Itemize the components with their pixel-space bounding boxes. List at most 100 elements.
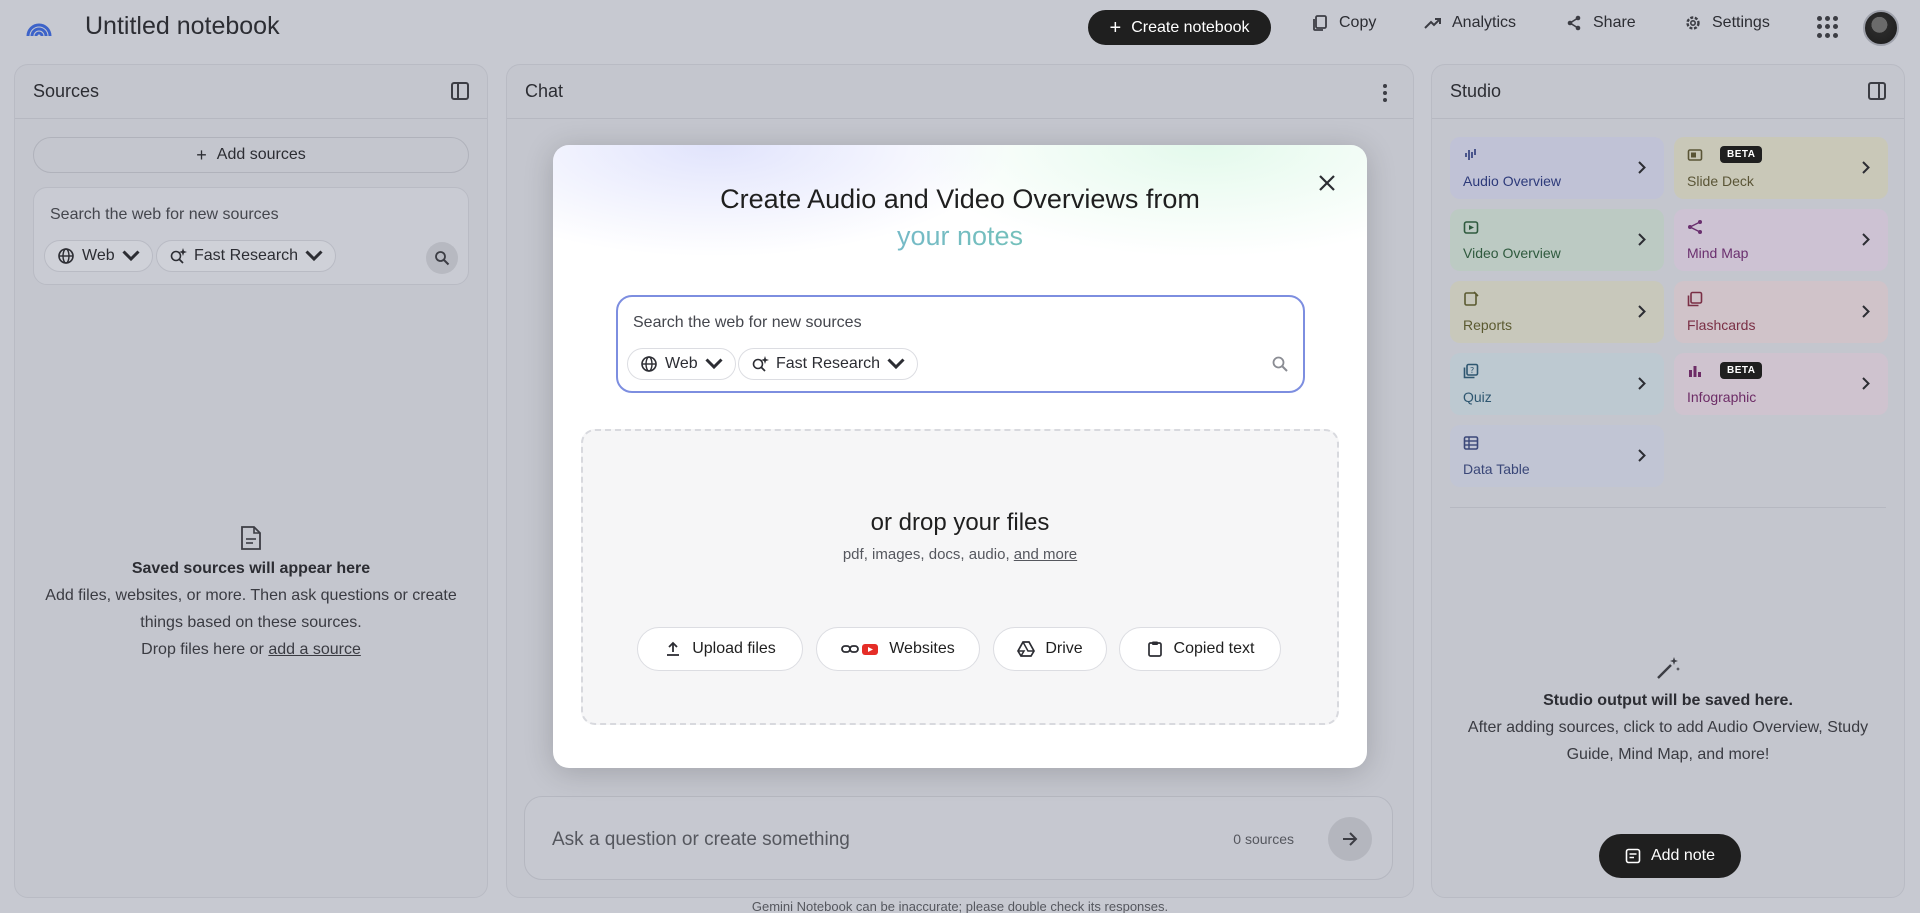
upload-files-button[interactable]: Upload files	[637, 627, 803, 671]
chevron-right-icon	[1638, 449, 1646, 462]
dropzone-title: or drop your files	[870, 509, 1050, 536]
copied-text-button[interactable]: Copied text	[1119, 627, 1281, 671]
tile-video-overview[interactable]: Video Overview	[1450, 209, 1664, 271]
send-button[interactable]	[1328, 817, 1372, 861]
settings-button[interactable]: Settings	[1684, 14, 1770, 32]
websites-button[interactable]: Websites	[816, 627, 980, 671]
chat-title: Chat	[525, 81, 564, 101]
table-icon	[1463, 436, 1479, 450]
tile-label: Flashcards	[1687, 317, 1756, 333]
more-options-icon[interactable]	[1383, 84, 1387, 102]
copy-icon	[1313, 15, 1327, 31]
research-mode-dropdown[interactable]: Fast Research	[738, 348, 919, 380]
tile-slide-deck[interactable]: BETA Slide Deck	[1674, 137, 1888, 199]
add-sources-button[interactable]: + Add sources	[33, 137, 469, 173]
beta-badge: BETA	[1720, 362, 1763, 379]
web-dropdown[interactable]: Web	[627, 348, 736, 380]
copy-button[interactable]: Copy	[1311, 14, 1376, 32]
chevron-down-icon	[887, 358, 905, 370]
drive-button[interactable]: Drive	[993, 627, 1107, 671]
websites-label: Websites	[889, 640, 955, 657]
copied-text-label: Copied text	[1173, 640, 1255, 657]
chevron-down-icon	[705, 358, 723, 370]
add-a-source-link[interactable]: add a source	[268, 641, 361, 658]
report-icon	[1464, 291, 1479, 306]
chevron-right-icon	[1862, 377, 1870, 390]
studio-title: Studio	[1450, 81, 1502, 101]
sources-empty-line: Drop files here or add a source	[15, 636, 487, 663]
studio-empty-title: Studio output will be saved here.	[1543, 692, 1793, 709]
studio-panel: Studio Audio Overview BETA Slide Deck Vi…	[1431, 64, 1905, 898]
sparkle-search-icon	[170, 248, 187, 264]
tile-label: Reports	[1463, 317, 1513, 333]
waveform-icon	[1465, 149, 1476, 160]
notebook-title[interactable]: Untitled notebook	[85, 12, 280, 41]
tile-data-table[interactable]: Data Table	[1450, 425, 1664, 487]
link-icon	[841, 645, 860, 653]
web-dropdown[interactable]: Web	[44, 240, 153, 272]
tile-audio-overview[interactable]: Audio Overview	[1450, 137, 1664, 199]
analytics-button[interactable]: Analytics	[1424, 14, 1516, 32]
note-icon	[1625, 848, 1641, 864]
drive-label: Drive	[1045, 640, 1083, 657]
tile-label: Slide Deck	[1687, 173, 1754, 189]
chat-header: Chat	[507, 65, 1413, 119]
source-count: 0 sources	[1233, 831, 1294, 847]
sources-empty-line: things based on these sources.	[140, 614, 362, 631]
add-note-button[interactable]: Add note	[1599, 834, 1741, 878]
chevron-down-icon	[122, 250, 140, 262]
file-dropzone[interactable]: or drop your files pdf, images, docs, au…	[581, 429, 1339, 725]
copy-label: Copy	[1339, 14, 1377, 31]
sources-empty-line: Add files, websites, or more. Then ask q…	[45, 587, 457, 604]
studio-empty-line: After adding sources, click to add Audio…	[1467, 719, 1869, 736]
tile-label: Data Table	[1463, 461, 1530, 477]
sources-title: Sources	[33, 81, 100, 101]
tile-reports[interactable]: Reports	[1450, 281, 1664, 343]
plus-icon: +	[196, 144, 207, 165]
notebook-logo-icon[interactable]	[24, 12, 54, 42]
chevron-right-icon	[1862, 161, 1870, 174]
search-icon[interactable]	[1271, 355, 1289, 373]
source-search-input[interactable]: Search the web for new sources	[50, 206, 279, 224]
youtube-icon	[862, 644, 879, 655]
research-mode-dropdown[interactable]: Fast Research	[156, 240, 337, 272]
avatar[interactable]	[1863, 10, 1899, 46]
share-icon	[1567, 15, 1581, 31]
chevron-right-icon	[1862, 305, 1870, 318]
analytics-label: Analytics	[1452, 14, 1517, 31]
apps-grid-icon[interactable]	[1817, 16, 1839, 38]
drive-icon	[1017, 641, 1036, 657]
sources-empty-state: Saved sources will appear here Add files…	[15, 525, 487, 663]
dialog-search-input[interactable]: Search the web for new sources	[633, 314, 862, 332]
source-search-submit[interactable]	[426, 242, 458, 274]
quiz-icon: ?	[1463, 363, 1479, 379]
studio-empty-state: Studio output will be saved here. After …	[1432, 655, 1904, 768]
plus-icon: +	[1109, 16, 1122, 39]
chat-input[interactable]: Ask a question or create something	[552, 829, 850, 851]
tile-flashcards[interactable]: Flashcards	[1674, 281, 1888, 343]
source-search-card: Search the web for new sources Web Fast …	[33, 187, 469, 285]
chat-input-box: Ask a question or create something 0 sou…	[524, 796, 1393, 880]
collapse-studio-icon[interactable]	[1868, 82, 1886, 100]
beta-badge: BETA	[1720, 146, 1763, 163]
mind-map-icon	[1688, 220, 1702, 234]
chevron-right-icon	[1862, 233, 1870, 246]
chevron-down-icon	[305, 250, 323, 262]
tile-quiz[interactable]: ? Quiz	[1450, 353, 1664, 415]
flashcards-icon	[1687, 291, 1703, 307]
upload-files-label: Upload files	[692, 640, 776, 657]
chevron-right-icon	[1638, 233, 1646, 246]
sources-panel: Sources + Add sources Search the web for…	[14, 64, 488, 898]
research-label: Fast Research	[194, 247, 299, 264]
tile-infographic[interactable]: BETA Infographic	[1674, 353, 1888, 415]
video-icon	[1463, 221, 1479, 234]
create-notebook-button[interactable]: + Create notebook	[1088, 10, 1271, 45]
dropzone-subtitle: pdf, images, docs, audio, and more	[583, 546, 1337, 563]
tile-label: Infographic	[1687, 389, 1757, 405]
sources-empty-title: Saved sources will appear here	[131, 560, 371, 577]
and-more-link[interactable]: and more	[1014, 546, 1077, 563]
tile-mind-map[interactable]: Mind Map	[1674, 209, 1888, 271]
collapse-sources-icon[interactable]	[451, 82, 469, 100]
add-sources-dialog: Create Audio and Video Overviews from yo…	[553, 145, 1367, 768]
share-button[interactable]: Share	[1565, 14, 1636, 32]
